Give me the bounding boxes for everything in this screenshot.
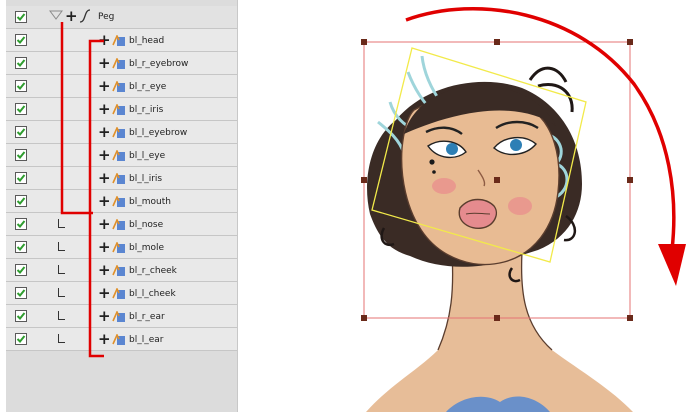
bracket-reparented-layers <box>88 39 104 358</box>
transform-handle <box>627 315 633 321</box>
left-cheek <box>508 197 532 215</box>
pivot-point <box>494 177 500 183</box>
transform-handle <box>627 39 633 45</box>
annotation-overlay <box>60 22 104 358</box>
mole <box>429 159 435 165</box>
bracket-selected-layers <box>60 22 93 215</box>
neck-shoulders <box>366 252 633 412</box>
mole-dot <box>432 170 436 174</box>
character-canvas <box>361 6 686 412</box>
right-iris <box>446 143 458 155</box>
transform-handle <box>361 315 367 321</box>
left-iris <box>510 139 522 151</box>
layers-panel: + Peg + bl_head + bl_r_eyebrow + bl_r_ey… <box>6 0 238 412</box>
transform-handle <box>494 315 500 321</box>
camera-viewport[interactable] <box>238 0 693 412</box>
transform-handle <box>627 177 633 183</box>
mouth <box>458 198 498 229</box>
right-cheek <box>432 178 456 194</box>
rotate-arrowhead <box>658 244 686 286</box>
transform-handle <box>494 39 500 45</box>
transform-handle <box>361 39 367 45</box>
transform-handle <box>361 177 367 183</box>
